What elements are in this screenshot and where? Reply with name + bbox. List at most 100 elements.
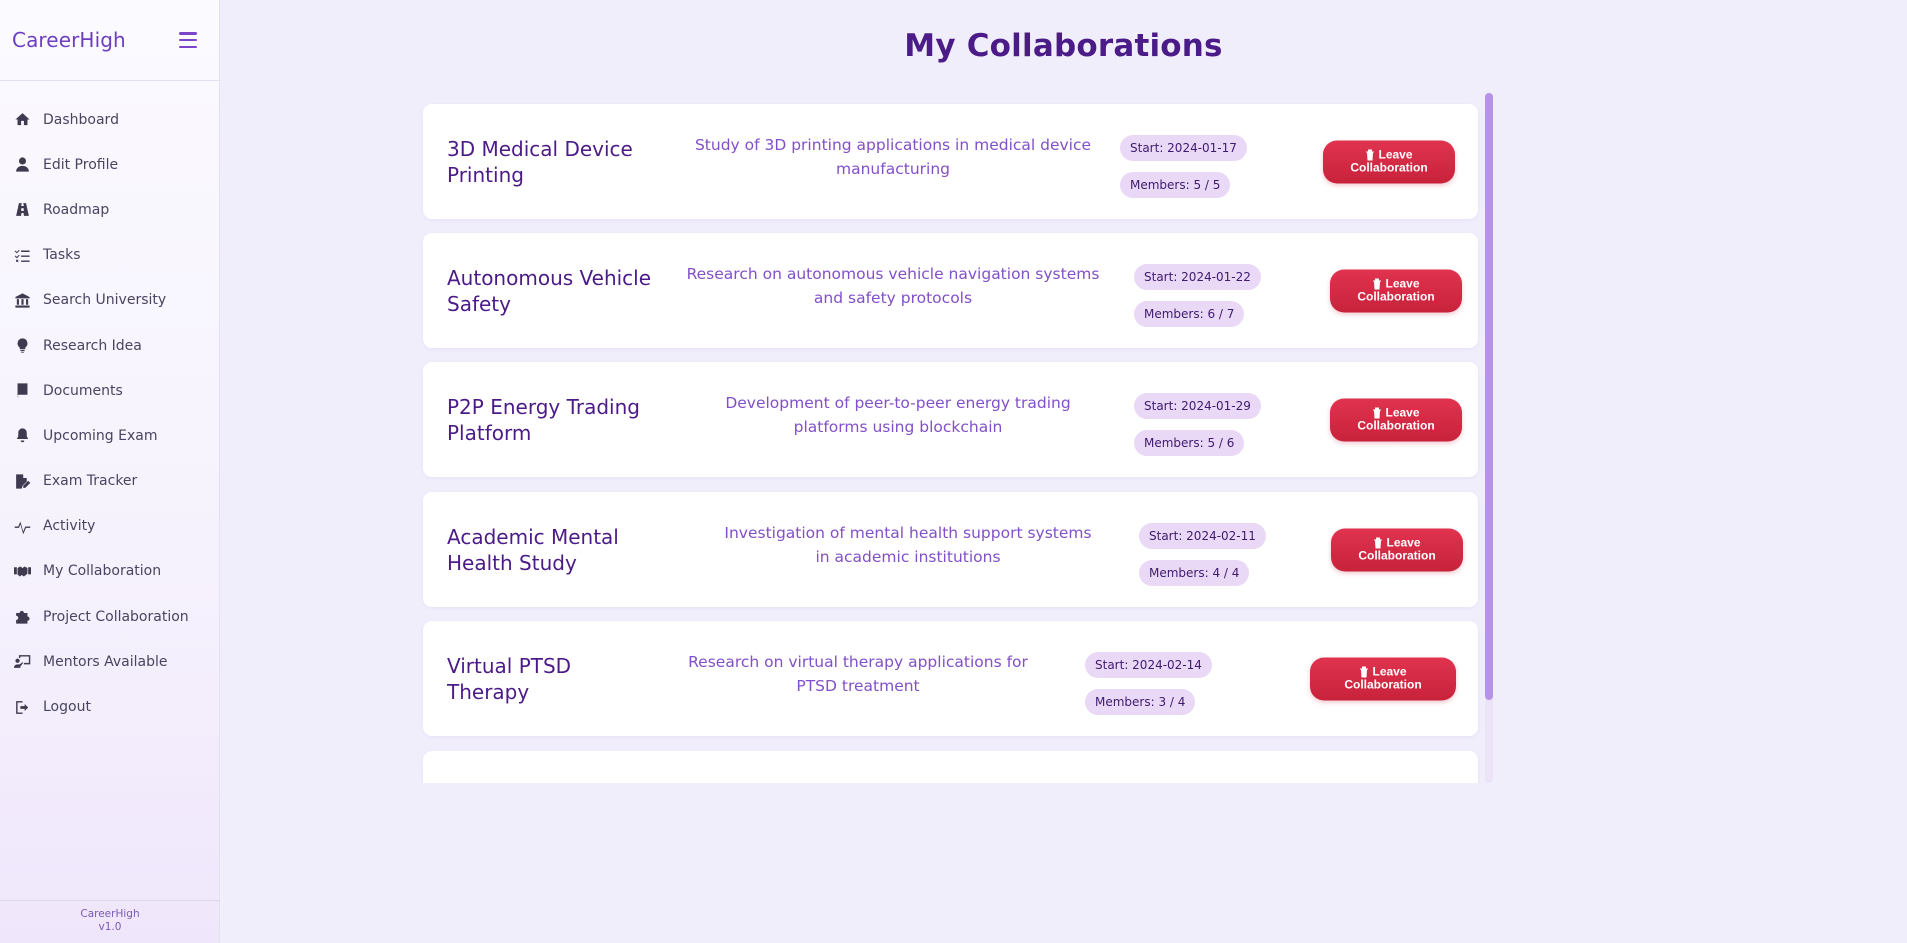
sidebar-item-label: Mentors Available xyxy=(43,653,168,670)
collaboration-card: 3D Medical Device Printing Study of 3D p… xyxy=(423,104,1478,219)
collaboration-title: Virtual PTSD Therapy xyxy=(447,653,572,704)
sidebar-item-label: Exam Tracker xyxy=(43,473,138,490)
members-badge: Members: 3 / 4 xyxy=(1085,689,1196,715)
sidebar-item-label: Logout xyxy=(43,699,91,716)
leave-label-line1: Leave xyxy=(1378,147,1413,162)
sidebar-item-research-idea[interactable]: Research Idea xyxy=(0,323,219,368)
trash-icon xyxy=(1366,149,1375,161)
sidebar-header: CareerHigh xyxy=(0,0,219,81)
leave-label-line1: Leave xyxy=(1385,276,1420,291)
sidebar-item-project-collaboration[interactable]: Project Collaboration xyxy=(0,594,219,639)
leave-collaboration-button[interactable]: Leave Collaboration xyxy=(1323,140,1455,183)
scrollbar-thumb[interactable] xyxy=(1485,93,1493,700)
collaboration-description: Research on virtual therapy applications… xyxy=(688,652,1028,695)
collaboration-card: Autonomous Vehicle Safety Research on au… xyxy=(423,233,1478,348)
brand-logo[interactable]: CareerHigh xyxy=(12,28,126,52)
leave-label-line1: Leave xyxy=(1385,405,1420,420)
footer-version: v1.0 xyxy=(98,921,122,933)
sidebar-item-roadmap[interactable]: Roadmap xyxy=(0,187,219,232)
bell-icon xyxy=(12,427,32,445)
sidebar-item-tasks[interactable]: Tasks xyxy=(0,233,219,278)
start-date-badge: Start: 2024-02-11 xyxy=(1139,523,1266,549)
page-title: My Collaborations xyxy=(904,28,1223,64)
collaboration-title: P2P Energy Trading Platform xyxy=(447,394,640,445)
collaboration-title: Autonomous Vehicle Safety xyxy=(447,265,652,316)
leave-label-line2: Collaboration xyxy=(1358,548,1436,563)
sidebar-item-label: Dashboard xyxy=(43,111,119,128)
leave-label-line2: Collaboration xyxy=(1357,418,1435,433)
collaboration-title: 3D Medical Device Printing xyxy=(447,136,633,187)
start-date-badge: Start: 2024-01-29 xyxy=(1134,393,1261,419)
members-badge: Members: 6 / 7 xyxy=(1134,301,1245,327)
leave-collaboration-button[interactable]: Leave Collaboration xyxy=(1331,528,1463,571)
hamburger-menu-icon[interactable] xyxy=(179,32,197,48)
collaboration-description: Research on autonomous vehicle navigatio… xyxy=(686,264,1100,307)
sidebar-item-label: Research Idea xyxy=(43,337,142,354)
start-date-badge: Start: 2024-01-17 xyxy=(1120,135,1247,161)
sidebar-item-documents[interactable]: Documents xyxy=(0,368,219,413)
sidebar-item-label: Edit Profile xyxy=(43,156,119,173)
sidebar-item-label: Project Collaboration xyxy=(43,608,189,625)
logout-icon xyxy=(12,698,32,716)
list-scrollbar[interactable] xyxy=(1485,93,1493,783)
book-icon xyxy=(12,382,32,400)
handshake-icon xyxy=(12,562,32,580)
checklist-icon xyxy=(12,246,32,264)
collaboration-card: Virtual PTSD Therapy Research on virtual… xyxy=(423,621,1478,736)
sidebar-item-exam-tracker[interactable]: Exam Tracker xyxy=(0,459,219,504)
collaboration-description: Development of peer-to-peer energy tradi… xyxy=(725,393,1071,436)
puzzle-icon xyxy=(12,608,32,626)
pulse-icon xyxy=(12,517,32,535)
collaboration-description: Investigation of mental health support s… xyxy=(724,523,1092,566)
trash-icon xyxy=(1374,537,1383,549)
trash-icon xyxy=(1373,278,1382,290)
user-icon xyxy=(12,156,32,174)
leave-collaboration-button[interactable]: Leave Collaboration xyxy=(1330,398,1462,441)
road-icon xyxy=(12,201,32,219)
file-pen-icon xyxy=(12,472,32,490)
home-icon xyxy=(12,111,32,129)
sidebar-item-label: Tasks xyxy=(43,247,81,264)
university-icon xyxy=(12,291,32,309)
members-badge: Members: 5 / 6 xyxy=(1134,430,1245,456)
members-badge: Members: 5 / 5 xyxy=(1120,172,1231,198)
collaboration-card: Academic Mental Health Study Investigati… xyxy=(423,492,1478,607)
sidebar-item-label: Roadmap xyxy=(43,201,110,218)
sidebar-item-logout[interactable]: Logout xyxy=(0,684,219,729)
collaboration-card: P2P Energy Trading Platform Development … xyxy=(423,362,1478,477)
leave-collaboration-button[interactable]: Leave Collaboration xyxy=(1310,657,1456,700)
start-date-badge: Start: 2024-01-22 xyxy=(1134,264,1261,290)
sidebar-item-upcoming-exam[interactable]: Upcoming Exam xyxy=(0,413,219,458)
sidebar-item-label: My Collaboration xyxy=(43,563,162,580)
sidebar-item-label: Search University xyxy=(43,292,167,309)
sidebar-item-search-university[interactable]: Search University xyxy=(0,278,219,323)
mentor-board-icon xyxy=(12,653,32,671)
sidebar-item-my-collaboration[interactable]: My Collaboration xyxy=(0,549,219,594)
lightbulb-icon xyxy=(12,337,32,355)
collaboration-card xyxy=(423,751,1478,783)
leave-collaboration-button[interactable]: Leave Collaboration xyxy=(1330,269,1462,312)
leave-label-line2: Collaboration xyxy=(1344,677,1422,692)
start-date-badge: Start: 2024-02-14 xyxy=(1085,652,1212,678)
collaboration-title: Academic Mental Health Study xyxy=(447,524,619,575)
leave-label-line1: Leave xyxy=(1386,535,1421,550)
sidebar-item-activity[interactable]: Activity xyxy=(0,504,219,549)
members-badge: Members: 4 / 4 xyxy=(1139,560,1250,586)
sidebar-item-dashboard[interactable]: Dashboard xyxy=(0,97,219,142)
footer-app-name: CareerHigh xyxy=(80,908,140,920)
sidebar-item-label: Documents xyxy=(43,382,123,399)
collaborations-list-container[interactable]: 3D Medical Device Printing Study of 3D p… xyxy=(413,93,1495,783)
trash-icon xyxy=(1360,666,1369,678)
leave-label-line2: Collaboration xyxy=(1357,289,1435,304)
sidebar-footer: CareerHigh v1.0 xyxy=(0,900,220,943)
leave-label-line2: Collaboration xyxy=(1350,160,1428,175)
trash-icon xyxy=(1373,407,1382,419)
collaboration-description: Study of 3D printing applications in med… xyxy=(694,135,1092,178)
sidebar: CareerHigh Dashboard Edit Profile Roadma… xyxy=(0,0,220,943)
sidebar-item-mentors-available[interactable]: Mentors Available xyxy=(0,639,219,684)
sidebar-item-edit-profile[interactable]: Edit Profile xyxy=(0,142,219,187)
sidebar-item-label: Activity xyxy=(43,518,96,535)
sidebar-item-label: Upcoming Exam xyxy=(43,427,158,444)
leave-label-line1: Leave xyxy=(1372,664,1407,679)
sidebar-nav: Dashboard Edit Profile Roadmap Tasks Sea… xyxy=(0,97,219,730)
